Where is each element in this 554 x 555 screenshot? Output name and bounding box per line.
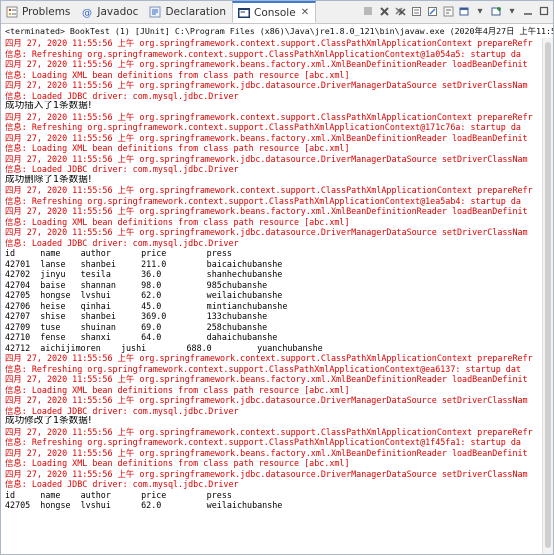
stderr-line: 四月 27, 2020 11:55:56 上午 org.springframew… — [5, 80, 528, 90]
terminate-icon[interactable] — [361, 4, 375, 18]
stderr-line: 信息: Loaded JDBC driver: com.mysql.jdbc.D… — [5, 479, 239, 489]
stderr-line: 信息: Loaded JDBC driver: com.mysql.jdbc.D… — [5, 405, 239, 416]
stderr-line: 信息: Loading XML bean definitions from cl… — [5, 458, 350, 468]
stderr-line: 四月 27, 2020 11:55:56 上午 org.springframew… — [5, 185, 533, 195]
stderr-line: 四月 27, 2020 11:55:56 上午 org.springframew… — [5, 59, 528, 69]
stderr-line: 四月 27, 2020 11:55:56 上午 org.springframew… — [5, 447, 528, 458]
stdout-line: id name author price press — [5, 489, 232, 500]
declaration-icon — [149, 6, 161, 18]
stderr-line: 信息: Loading XML bean definitions from cl… — [5, 143, 350, 153]
stderr-line: 信息: Loaded JDBC driver: com.mysql.jdbc.D… — [5, 90, 239, 101]
stderr-line: 信息: Loading XML bean definitions from cl… — [5, 69, 350, 80]
stderr-line: 四月 27, 2020 11:55:56 上午 org.springframew… — [5, 153, 528, 164]
stdout-line: 42712 aichijimoren jushi 688.0 yuanchuba… — [5, 342, 323, 353]
stderr-line: 信息: Refreshing org.springframework.conte… — [5, 437, 521, 447]
stdout-line: 42707 shise shanbei 369.0 133chubanshe — [5, 311, 268, 321]
tab-declaration[interactable]: Declaration — [144, 1, 232, 23]
stderr-line: 信息: Loading XML bean definitions from cl… — [5, 384, 350, 395]
console-icon — [238, 7, 250, 19]
stdout-line: 42705 hongse lvshui 62.0 weilaichubanshe — [5, 500, 283, 510]
tab-console[interactable]: Console ✕ — [232, 1, 317, 23]
remove-all-icon[interactable] — [393, 4, 407, 18]
stderr-line: 四月 27, 2020 11:55:56 上午 org.springframew… — [5, 426, 533, 437]
pin-console-icon[interactable] — [425, 4, 439, 18]
close-icon[interactable]: ✕ — [301, 7, 309, 18]
stdout-line: 成功插入了1条数据! — [5, 101, 92, 111]
svg-text:@: @ — [82, 8, 92, 18]
stdout-line: 42710 fense shanxi 64.0 dahaichubanshe — [5, 332, 278, 342]
stderr-line: 信息: Refreshing org.springframework.conte… — [5, 363, 521, 374]
stdout-line: 42706 heise qinhai 45.0 mintianchubanshe — [5, 300, 288, 311]
tab-javadoc[interactable]: @ Javadoc — [76, 1, 144, 23]
console-output[interactable]: 四月 27, 2020 11:55:56 上午 org.springframew… — [1, 38, 543, 554]
scrollbar-thumb[interactable] — [545, 42, 551, 548]
stderr-line: 四月 27, 2020 11:55:56 上午 org.springframew… — [5, 132, 528, 143]
problems-icon — [6, 6, 18, 18]
stderr-line: 四月 27, 2020 11:55:56 上午 org.springframew… — [5, 38, 533, 48]
stderr-line: 信息: Loaded JDBC driver: com.mysql.jdbc.D… — [5, 164, 239, 174]
display-selected-console-icon[interactable] — [457, 4, 471, 18]
view-tab-bar: Problems @ Javadoc Declaration Console ✕ — [1, 1, 553, 24]
javadoc-icon: @ — [81, 6, 93, 19]
stderr-line: 信息: Loaded JDBC driver: com.mysql.jdbc.D… — [5, 237, 239, 248]
stderr-line: 四月 27, 2020 11:55:56 上午 org.springframew… — [5, 395, 528, 405]
remove-launch-icon[interactable] — [377, 4, 391, 18]
launch-status: <terminated> BookTest (1) [JUnit] C:\Pro… — [5, 26, 553, 36]
stderr-line: 四月 27, 2020 11:55:56 上午 org.springframew… — [5, 111, 533, 122]
stderr-line: 信息: Refreshing org.springframework.conte… — [5, 122, 521, 132]
tab-label: Problems — [22, 6, 71, 18]
maximize-icon[interactable] — [537, 4, 551, 18]
stderr-line: 四月 27, 2020 11:55:56 上午 org.springframew… — [5, 206, 528, 216]
console-toolbar: ▾ ▾ — [361, 4, 551, 18]
console-view: Problems @ Javadoc Declaration Console ✕ — [0, 0, 554, 555]
stderr-line: 四月 27, 2020 11:55:56 上午 org.springframew… — [5, 374, 528, 384]
stdout-line: 成功修改了1条数据! — [5, 416, 92, 426]
word-wrap-icon[interactable] — [441, 4, 455, 18]
open-console-icon[interactable] — [489, 4, 503, 18]
scroll-lock-icon[interactable] — [409, 4, 423, 18]
tab-label: Declaration — [165, 6, 226, 18]
stdout-line: 42705 hongse lvshui 62.0 weilaichubanshe — [5, 290, 283, 300]
stderr-line: 四月 27, 2020 11:55:56 上午 org.springframew… — [5, 468, 528, 479]
stderr-line: 四月 27, 2020 11:55:56 上午 org.springframew… — [5, 353, 533, 363]
stderr-line: 信息: Refreshing org.springframework.conte… — [5, 195, 521, 206]
stdout-line: 42709 tuse shuinan 69.0 258chubanshe — [5, 321, 268, 332]
tab-label: Javadoc — [97, 6, 139, 18]
stdout-line: 42704 baise shannan 98.0 985chubanshe — [5, 279, 268, 290]
stdout-line: 成功删除了1条数据! — [5, 174, 92, 185]
stdout-line: 42701 lanse shanbei 211.0 baicaichubansh… — [5, 258, 283, 269]
stdout-line: id name author price press — [5, 248, 232, 258]
stderr-line: 四月 27, 2020 11:55:56 上午 org.springframew… — [5, 227, 528, 237]
stdout-line: 42702 jinyu tesila 36.0 shanhechubanshe — [5, 269, 283, 279]
stderr-line: 信息: Loading XML bean definitions from cl… — [5, 216, 350, 227]
tab-label: Console — [254, 6, 296, 19]
vertical-scrollbar[interactable] — [542, 38, 553, 554]
chevron-down-icon[interactable]: ▾ — [473, 4, 487, 18]
chevron-down-icon[interactable]: ▾ — [505, 4, 519, 18]
minimize-icon[interactable] — [521, 4, 535, 18]
tab-problems[interactable]: Problems — [1, 1, 76, 23]
stderr-line: 信息: Refreshing org.springframework.conte… — [5, 48, 521, 59]
